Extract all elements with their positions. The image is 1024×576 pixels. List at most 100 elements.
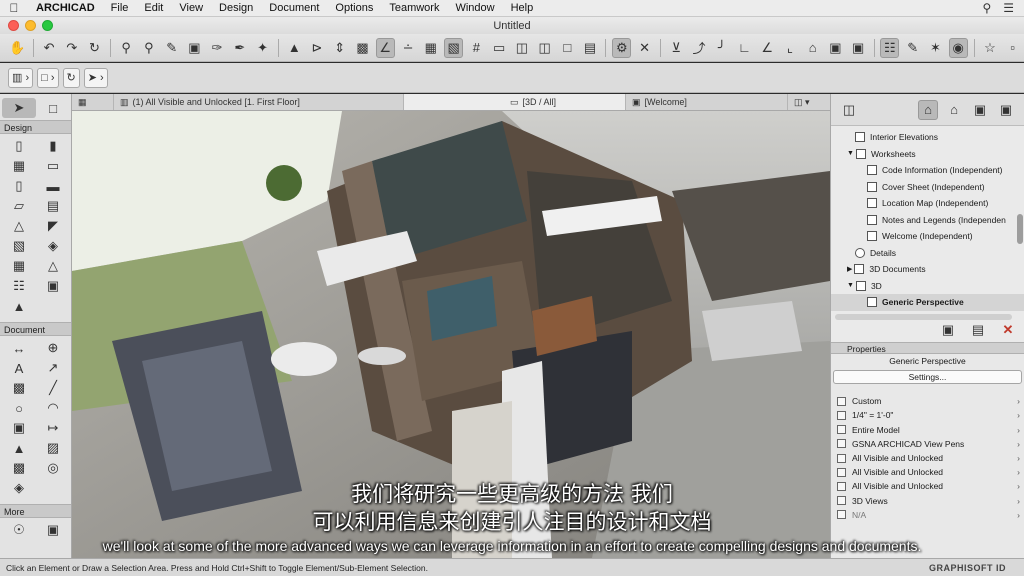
morph-tool-icon[interactable]: ◈ — [36, 236, 70, 256]
minimize-window-button[interactable] — [25, 20, 36, 31]
construction-grid-icon[interactable]: ▧ — [444, 37, 464, 58]
tab-floor-plan[interactable]: ▥ (1) All Visible and Unlocked [1. First… — [114, 94, 404, 110]
menu-app[interactable]: ARCHICAD — [28, 0, 103, 17]
grid-snap-icon[interactable]: ▦ — [421, 38, 440, 58]
nav-code-information[interactable]: Code Information (Independent) — [831, 162, 1024, 179]
zone-tool-icon[interactable]: ▣ — [36, 276, 70, 296]
view-map-icon[interactable]: ⌂ — [944, 100, 964, 120]
expand-arrow-icon[interactable]: ▶ — [847, 265, 852, 273]
layout-book-icon[interactable]: ▣ — [970, 100, 990, 120]
arrow-cursor-dropdown[interactable]: ➤ › — [83, 67, 108, 88]
elevation-tool-icon[interactable]: ▲ — [2, 438, 36, 458]
delete-x-icon[interactable]: ✕ — [998, 320, 1018, 340]
box-icon[interactable]: □ — [558, 38, 577, 58]
dimension-tool-icon[interactable]: ↔ — [2, 338, 36, 358]
tab-3d[interactable]: ▭ [3D / All] — [404, 94, 626, 110]
circle-tool-icon[interactable]: ○ — [2, 398, 36, 418]
window-icon[interactable]: ▣ — [826, 38, 845, 58]
rotate-view-icon[interactable]: ↻ — [62, 67, 80, 88]
find-select-icon[interactable]: ⚲ — [117, 38, 136, 58]
menu-edit[interactable]: Edit — [136, 0, 171, 17]
syringe-icon[interactable]: ✒ — [230, 38, 249, 58]
prop-scale[interactable]: 1/4" = 1'-0" › — [831, 408, 1024, 422]
prop-scale-mode[interactable]: Custom › — [831, 394, 1024, 408]
crop-icon[interactable]: ⌞ — [781, 38, 800, 58]
zoom-window-button[interactable] — [42, 20, 53, 31]
close-x-icon[interactable]: ✕ — [635, 38, 654, 58]
prop-pen-set[interactable]: GSNA ARCHICAD View Pens › — [831, 437, 1024, 451]
nav-cover-sheet[interactable]: Cover Sheet (Independent) — [831, 179, 1024, 196]
tab-welcome[interactable]: ▣ [Welcome] — [626, 94, 788, 110]
intersect-icon[interactable]: ╯ — [712, 38, 731, 58]
close-window-button[interactable] — [8, 20, 19, 31]
render-icon[interactable]: ✶ — [926, 38, 945, 58]
roof-tool-icon[interactable]: △ — [2, 216, 36, 236]
worksheet-tool-icon[interactable]: ▩ — [2, 458, 36, 478]
split-icon[interactable]: ⊻ — [667, 38, 686, 58]
fillet-icon[interactable]: ∟ — [735, 38, 754, 58]
nav-generic-perspective[interactable]: Generic Perspective — [831, 294, 1024, 311]
collapse-arrow-icon[interactable]: ▼ — [847, 282, 854, 289]
apple-icon[interactable]:  — [0, 1, 28, 15]
nav-interior-elevations[interactable]: Interior Elevations — [831, 129, 1024, 146]
text-tool-icon[interactable]: A — [2, 358, 36, 378]
camera-icon[interactable]: ◉ — [948, 37, 968, 58]
grid-dots-icon[interactable]: ☷ — [880, 37, 900, 58]
curtain-wall-tool-icon[interactable]: ▧ — [2, 236, 36, 256]
navigator-vertical-scrollbar[interactable] — [1017, 214, 1023, 244]
guide-lines-icon[interactable]: ∠ — [375, 37, 395, 58]
arrow-tool-icon[interactable]: ➤ — [2, 98, 36, 118]
home-icon[interactable]: ⌂ — [803, 38, 822, 58]
undo-icon[interactable]: ↶ — [40, 38, 59, 58]
tab-bar-grid-icon[interactable]: ▦ — [72, 94, 114, 110]
refresh-icon[interactable]: ↻ — [85, 38, 104, 58]
suspend-groups-icon[interactable]: ▭ — [490, 38, 509, 58]
publisher-icon[interactable]: ▣ — [996, 100, 1016, 120]
mesh-tool-icon[interactable]: △ — [36, 256, 70, 276]
marquee-tool-icon[interactable]: □ — [36, 98, 70, 118]
window-tool-icon[interactable]: ▦ — [2, 156, 36, 176]
tab-list-dropdown[interactable]: ◫ ▾ — [788, 94, 830, 110]
save-view-icon[interactable]: ▣ — [938, 320, 958, 340]
label-tool-icon[interactable]: ↗ — [36, 358, 70, 378]
nav-3d-documents[interactable]: ▶ 3D Documents — [831, 261, 1024, 278]
element-select-dropdown[interactable]: ▥ › — [8, 67, 34, 88]
curtain-grid-tool-icon[interactable]: ▦ — [2, 256, 36, 276]
nav-3d[interactable]: ▼ 3D — [831, 278, 1024, 295]
toolbox-section-document[interactable]: Document — [0, 322, 71, 336]
properties-header[interactable]: Properties — [831, 342, 1024, 354]
object-tool-icon[interactable]: ▭ — [36, 156, 70, 176]
door-tool-icon[interactable]: ▮ — [36, 136, 70, 156]
menu-options[interactable]: Options — [327, 0, 381, 17]
column-tool-icon[interactable]: ▯ — [2, 176, 36, 196]
level-dimension-tool-icon[interactable]: ⊕ — [36, 338, 70, 358]
nav-location-map[interactable]: Location Map (Independent) — [831, 195, 1024, 212]
eyedropper-icon[interactable]: ✑ — [208, 38, 227, 58]
offset-icon[interactable]: ∠ — [758, 38, 777, 58]
detail-tool-icon[interactable]: ◎ — [36, 458, 70, 478]
solid-ops-icon[interactable]: ▣ — [849, 38, 868, 58]
snap-icon[interactable]: ∸ — [399, 38, 418, 58]
slab-tool-icon[interactable]: ▱ — [2, 196, 36, 216]
adjust-icon[interactable]: ⤴ — [690, 38, 709, 58]
prop-layer-combo-1[interactable]: All Visible and Unlocked › — [831, 451, 1024, 465]
stair-tool-icon[interactable]: ▤ — [36, 196, 70, 216]
menu-file[interactable]: File — [103, 0, 137, 17]
pencil-icon[interactable]: ✎ — [162, 38, 181, 58]
menu-design[interactable]: Design — [211, 0, 261, 17]
navigator-popup-icon[interactable]: ◫ — [839, 100, 859, 120]
menu-window[interactable]: Window — [447, 0, 502, 17]
magic-wand-icon[interactable]: ✦ — [253, 38, 272, 58]
toolbox-section-design[interactable]: Design — [0, 120, 71, 134]
redo-icon[interactable]: ↷ — [62, 38, 81, 58]
spotlight-search-icon[interactable]: ⚲ — [982, 1, 991, 15]
section-tool-icon[interactable]: ↦ — [36, 418, 70, 438]
stack-icon[interactable]: ▤ — [581, 38, 600, 58]
figure-tool-icon[interactable]: ▣ — [2, 418, 36, 438]
nav-worksheets[interactable]: ▼ Worksheets — [831, 146, 1024, 163]
zoom-icon[interactable]: ⚲ — [140, 38, 159, 58]
graphisoft-id-logo[interactable]: GRAPHISOFT ID — [929, 563, 1024, 573]
beam-tool-icon[interactable]: ▬ — [36, 176, 70, 196]
picture-icon[interactable]: ▣ — [185, 38, 204, 58]
pan-hand-icon[interactable]: ✋ — [8, 38, 27, 58]
